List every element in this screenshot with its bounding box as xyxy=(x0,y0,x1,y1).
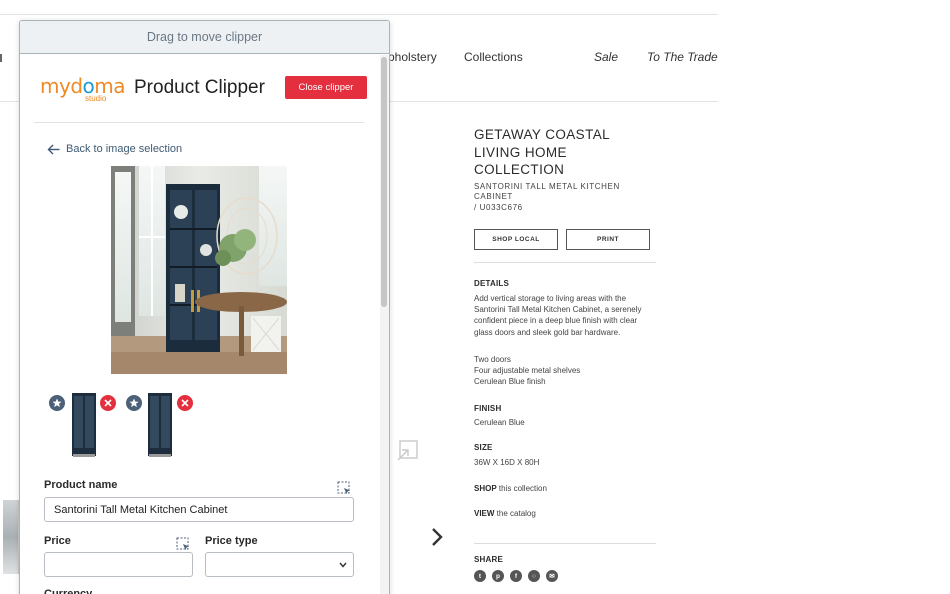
nav-item-to-the-trade[interactable]: To The Trade xyxy=(647,50,718,64)
size-heading: SIZE xyxy=(474,443,493,452)
share-icons: t p f ○ ✉ xyxy=(474,570,558,582)
close-clipper-button[interactable]: Close clipper xyxy=(285,76,367,99)
product-name-input[interactable] xyxy=(44,497,354,522)
price-type-label: Price type xyxy=(205,535,258,547)
email-icon[interactable]: ✉ xyxy=(546,570,558,582)
divider xyxy=(474,262,656,263)
currency-label: Currency xyxy=(44,588,93,594)
clipper-title: Product Clipper xyxy=(134,77,265,98)
divider xyxy=(34,122,364,123)
view-rest: the catalog xyxy=(494,509,536,518)
chevron-down-icon xyxy=(339,562,347,568)
details-heading: DETAILS xyxy=(474,279,510,288)
divider xyxy=(474,543,656,544)
product-image-thumbnail[interactable] xyxy=(146,391,174,458)
logo-subtext: studio xyxy=(85,94,107,103)
star-icon[interactable] xyxy=(49,395,65,411)
chevron-right-icon[interactable] xyxy=(430,526,444,548)
remove-image-icon[interactable] xyxy=(100,395,116,411)
mydoma-logo: mydoma studio xyxy=(40,75,126,105)
share-heading: SHARE xyxy=(474,555,504,564)
product-collection-title: GETAWAY COASTAL LIVING HOME COLLECTION xyxy=(474,127,610,177)
clipper-header: mydoma studio Product Clipper Close clip… xyxy=(20,55,389,123)
shop-bold: SHOP xyxy=(474,484,497,493)
product-sku: / U033C676 xyxy=(474,203,523,212)
drag-handle[interactable]: Drag to move clipper xyxy=(20,21,389,54)
list-item: Four adjustable metal shelves xyxy=(474,366,581,376)
logo-text: mydoma xyxy=(40,74,126,98)
arrow-left-icon xyxy=(47,144,60,154)
site-top-divider xyxy=(0,14,718,15)
product-clipper-panel: Drag to move clipper mydoma studio Produ… xyxy=(19,20,390,594)
price-type-select[interactable] xyxy=(205,552,354,577)
shop-rest: this collection xyxy=(496,484,547,493)
list-item: Two doors xyxy=(474,355,511,364)
enlarge-icon[interactable] xyxy=(396,438,420,462)
list-item: Cerulean Blue finish xyxy=(474,377,546,387)
price-label: Price xyxy=(44,535,71,547)
feature-list: Two doors Four adjustable metal shelves … xyxy=(474,354,659,388)
details-text: Add vertical storage to living areas wit… xyxy=(474,294,642,337)
select-from-page-icon[interactable] xyxy=(337,481,351,495)
shop-local-button[interactable]: SHOP LOCAL xyxy=(474,229,558,250)
product-subtitle: SANTORINI TALL METAL KITCHEN CABINET xyxy=(474,182,620,201)
view-bold: VIEW xyxy=(474,509,495,518)
nav-item-upholstery[interactable]: pholstery xyxy=(388,50,437,64)
scrollbar-thumb[interactable] xyxy=(381,57,387,307)
product-thumbnail-partial[interactable] xyxy=(3,500,19,574)
nav-item-collections[interactable]: Collections xyxy=(464,50,523,64)
price-input[interactable] xyxy=(44,552,193,577)
shop-collection-link[interactable]: SHOP this collection xyxy=(474,484,659,493)
pinterest-icon[interactable]: p xyxy=(492,570,504,582)
product-name-label: Product name xyxy=(44,479,118,491)
instagram-icon[interactable]: ○ xyxy=(528,570,540,582)
selected-product-image xyxy=(111,166,287,374)
print-button[interactable]: PRINT xyxy=(566,229,650,250)
back-to-image-selection-link[interactable]: Back to image selection xyxy=(47,143,182,155)
star-icon[interactable] xyxy=(126,395,142,411)
size-value: 36W X 16D X 80H xyxy=(474,458,540,467)
view-catalog-link[interactable]: VIEW the catalog xyxy=(474,509,659,518)
twitter-icon[interactable]: t xyxy=(474,570,486,582)
select-from-page-icon[interactable] xyxy=(176,537,190,551)
nav-item-sale[interactable]: Sale xyxy=(594,50,618,64)
remove-image-icon[interactable] xyxy=(177,395,193,411)
finish-value: Cerulean Blue xyxy=(474,418,525,427)
nav-menu-edge xyxy=(0,54,2,62)
back-link-label: Back to image selection xyxy=(66,143,183,155)
product-image-thumbnail[interactable] xyxy=(70,391,98,458)
finish-heading: FINISH xyxy=(474,404,502,413)
facebook-icon[interactable]: f xyxy=(510,570,522,582)
